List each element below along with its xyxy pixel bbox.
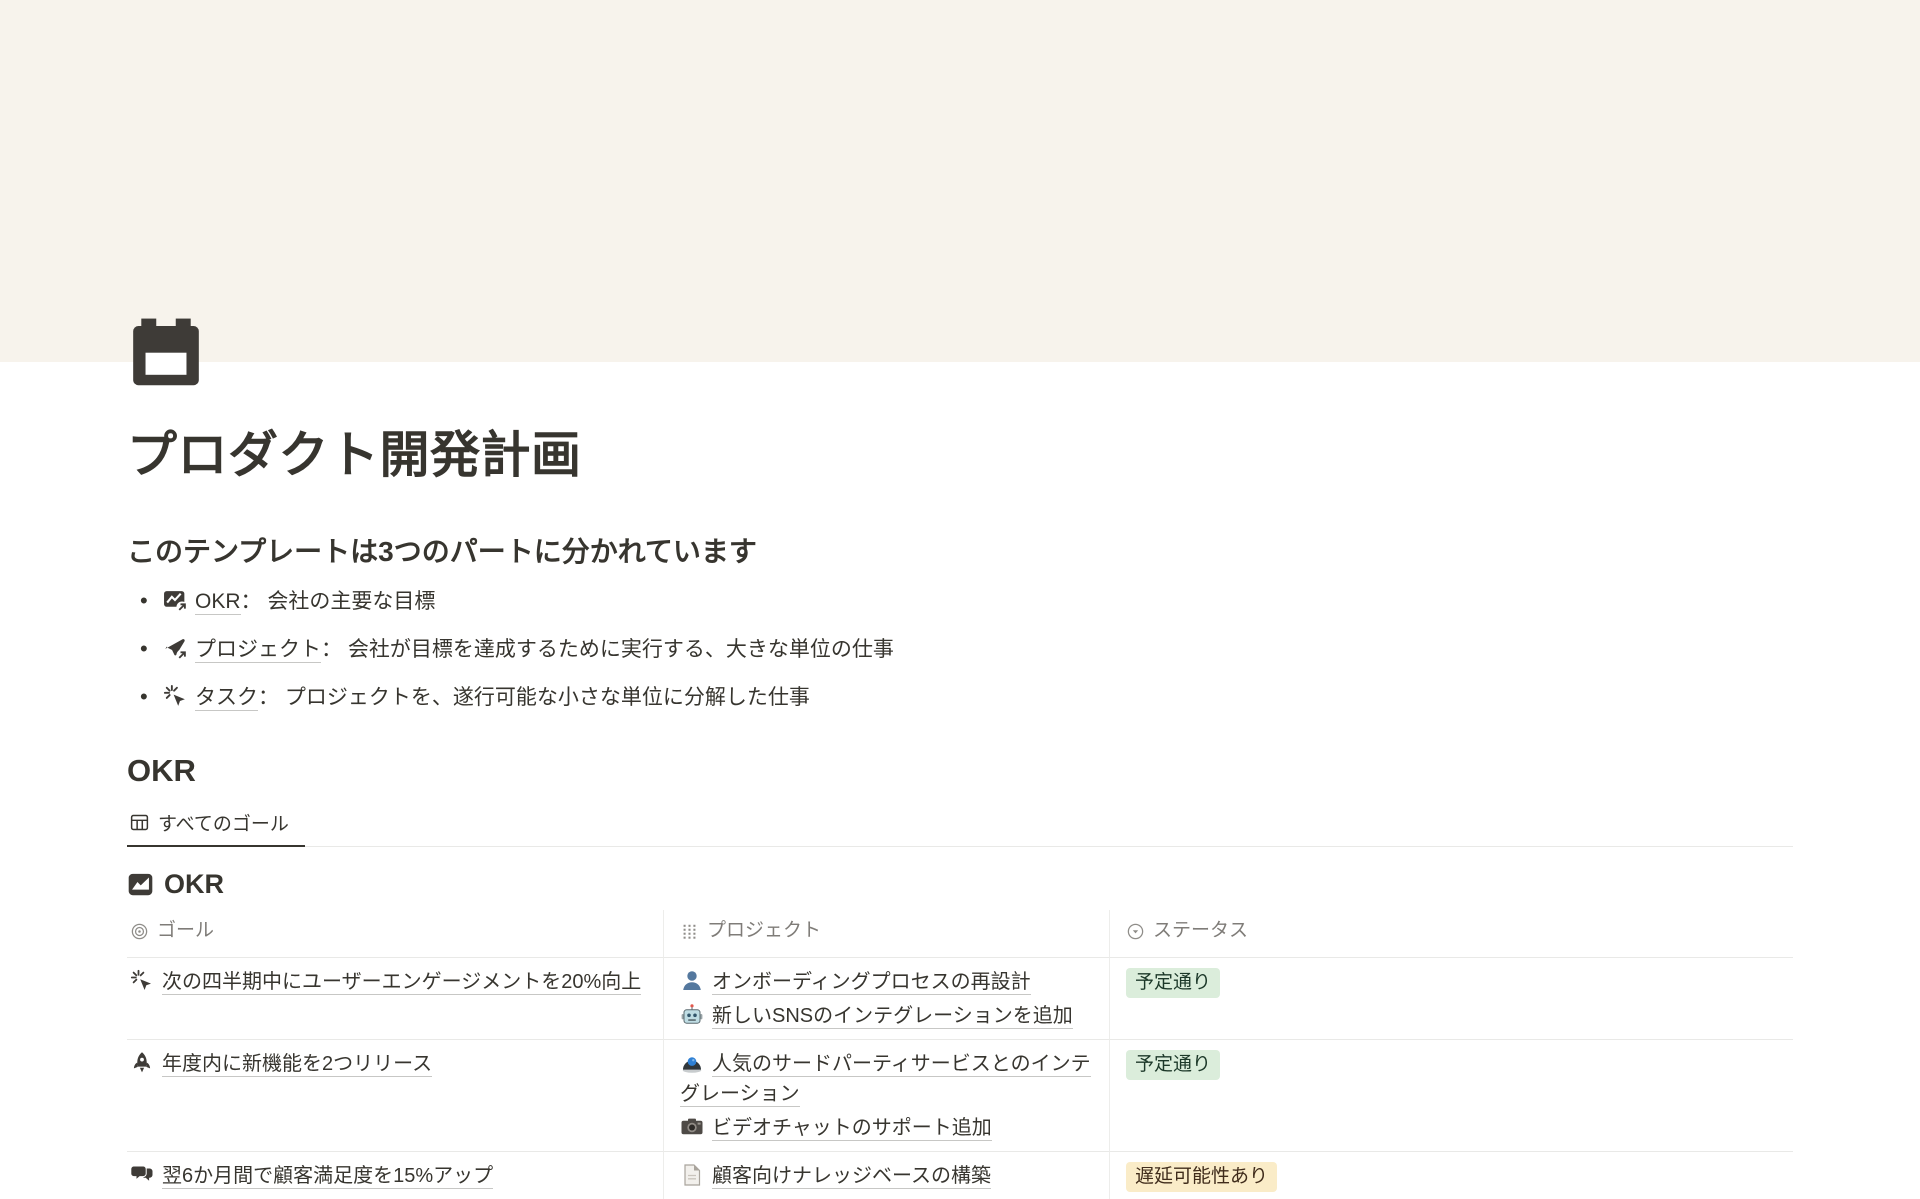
bullet-text: ： プロジェクトを、遂行可能な小さな単位に分解した仕事: [258, 686, 810, 709]
task-page-link[interactable]: タスク: [195, 686, 258, 711]
column-header-status: ステータス: [1110, 910, 1793, 958]
intro-heading: このテンプレートは3つのパートに分かれています: [127, 535, 1793, 569]
database-title: OKR: [127, 869, 1793, 900]
project-page-link[interactable]: プロジェクト: [195, 638, 321, 663]
tab-label: すべてのゴール: [158, 809, 289, 836]
person-icon: [680, 969, 704, 993]
column-header-label: ゴール: [157, 916, 214, 946]
goal-cell: 翌6か月間で顧客満足度を15%アップ: [127, 1152, 664, 1199]
status-badge[interactable]: 予定通り: [1126, 1050, 1220, 1080]
bullet-text: ： 会社が目標を達成するために実行する、大きな単位の仕事: [321, 638, 894, 661]
projects-cell: 人気のサードパーティサービスとのインテグレーション ビデオチャットのサポート追加: [664, 1040, 1110, 1152]
list-item: OKR： 会社の主要な目標: [127, 585, 1793, 619]
list-item: プロジェクト： 会社が目標を達成するために実行する、大きな単位の仕事: [127, 633, 1793, 667]
trackball-icon: [680, 1051, 704, 1075]
project-item: ビデオチャットのサポート追加: [680, 1113, 1099, 1143]
column-header-goal-button[interactable]: ゴール: [130, 916, 214, 946]
table-row: 翌6か月間で顧客満足度を15%アップ 顧客向けナレッジベースの構築 遅延可能性あ…: [127, 1152, 1793, 1199]
list-item: タスク： プロジェクトを、遂行可能な小さな単位に分解した仕事: [127, 681, 1793, 715]
table-row: 次の四半期中にユーザーエンゲージメントを20%向上 オンボーディングプロセスの再…: [127, 958, 1793, 1040]
spark-click-icon: [130, 969, 154, 993]
relation-grid-icon: [680, 922, 699, 941]
projects-cell: 顧客向けナレッジベースの構築: [664, 1152, 1110, 1199]
goal-cell: 年度内に新機能を2つリリース: [127, 1040, 664, 1152]
project-link[interactable]: 人気のサードパーティサービスとのインテグレーション: [680, 1053, 1091, 1105]
bullet-text: ： 会社の主要な目標: [241, 590, 436, 613]
goal-link[interactable]: 次の四半期中にユーザーエンゲージメントを20%向上: [130, 971, 641, 993]
intro-bullet-list: OKR： 会社の主要な目標 プロジェクト： 会社が目標を達成するために実行する、…: [127, 585, 1793, 715]
page-content: プロダクト開発計画 このテンプレートは3つのパートに分かれています OKR： 会…: [0, 315, 1920, 1199]
table-header-row: ゴール プロジェクト: [127, 910, 1793, 958]
column-header-label: プロジェクト: [707, 916, 821, 946]
project-item: オンボーディングプロセスの再設計: [680, 967, 1099, 997]
chart-box-icon: [127, 871, 154, 898]
goal-cell: 次の四半期中にユーザーエンゲージメントを20%向上: [127, 958, 664, 1040]
robot-icon: [680, 1003, 704, 1027]
column-header-goal: ゴール: [127, 910, 664, 958]
page-icon: [680, 1163, 704, 1187]
project-item: 人気のサードパーティサービスとのインテグレーション: [680, 1049, 1099, 1109]
projects-cell: オンボーディングプロセスの再設計: [664, 958, 1110, 1040]
table-row: 年度内に新機能を2つリリース 人気のサードパーティサービスとのインテグレーション: [127, 1040, 1793, 1152]
status-cell: 予定通り: [1110, 958, 1793, 1040]
target-icon: [130, 922, 149, 941]
okr-page-link[interactable]: OKR: [195, 590, 241, 615]
okr-section-heading: OKR: [127, 753, 1793, 789]
project-item: 顧客向けナレッジベースの構築: [680, 1161, 1099, 1191]
camera-icon: [680, 1115, 704, 1139]
chart-increasing-link-icon: [163, 588, 188, 613]
project-item: 新しいSNSのインテグレーションを追加: [680, 1001, 1099, 1031]
speech-bubbles-icon: [130, 1163, 154, 1187]
okr-table: ゴール プロジェクト: [127, 910, 1793, 1199]
status-badge[interactable]: 遅延可能性あり: [1126, 1162, 1277, 1192]
status-icon: [1126, 922, 1145, 941]
status-badge[interactable]: 予定通り: [1126, 968, 1220, 998]
goal-link[interactable]: 翌6か月間で顧客満足度を15%アップ: [130, 1165, 493, 1187]
airplane-departure-link-icon: [163, 636, 188, 661]
goal-link[interactable]: 年度内に新機能を2つリリース: [130, 1053, 432, 1075]
calendar-icon[interactable]: [127, 315, 205, 393]
database-title-text: OKR: [164, 869, 224, 900]
column-header-project-button[interactable]: プロジェクト: [680, 916, 821, 946]
status-cell: 遅延可能性あり: [1110, 1152, 1793, 1199]
column-header-status-button[interactable]: ステータス: [1126, 916, 1248, 946]
rocket-icon: [130, 1051, 154, 1075]
table-view-icon: [129, 812, 150, 833]
project-link[interactable]: オンボーディングプロセスの再設計: [680, 971, 1031, 993]
spark-click-link-icon: [163, 684, 188, 709]
column-header-project: プロジェクト: [664, 910, 1110, 958]
view-tabbar: すべてのゴール: [127, 805, 1793, 847]
page-cover: [0, 0, 1920, 362]
page-title: プロダクト開発計画: [127, 425, 1793, 485]
project-link[interactable]: 新しいSNSのインテグレーションを追加: [680, 1005, 1073, 1027]
status-cell: 予定通り: [1110, 1040, 1793, 1152]
project-link[interactable]: 顧客向けナレッジベースの構築: [680, 1165, 991, 1187]
column-header-label: ステータス: [1153, 916, 1248, 946]
tab-all-goals[interactable]: すべてのゴール: [127, 805, 305, 847]
project-link[interactable]: ビデオチャットのサポート追加: [680, 1117, 992, 1139]
